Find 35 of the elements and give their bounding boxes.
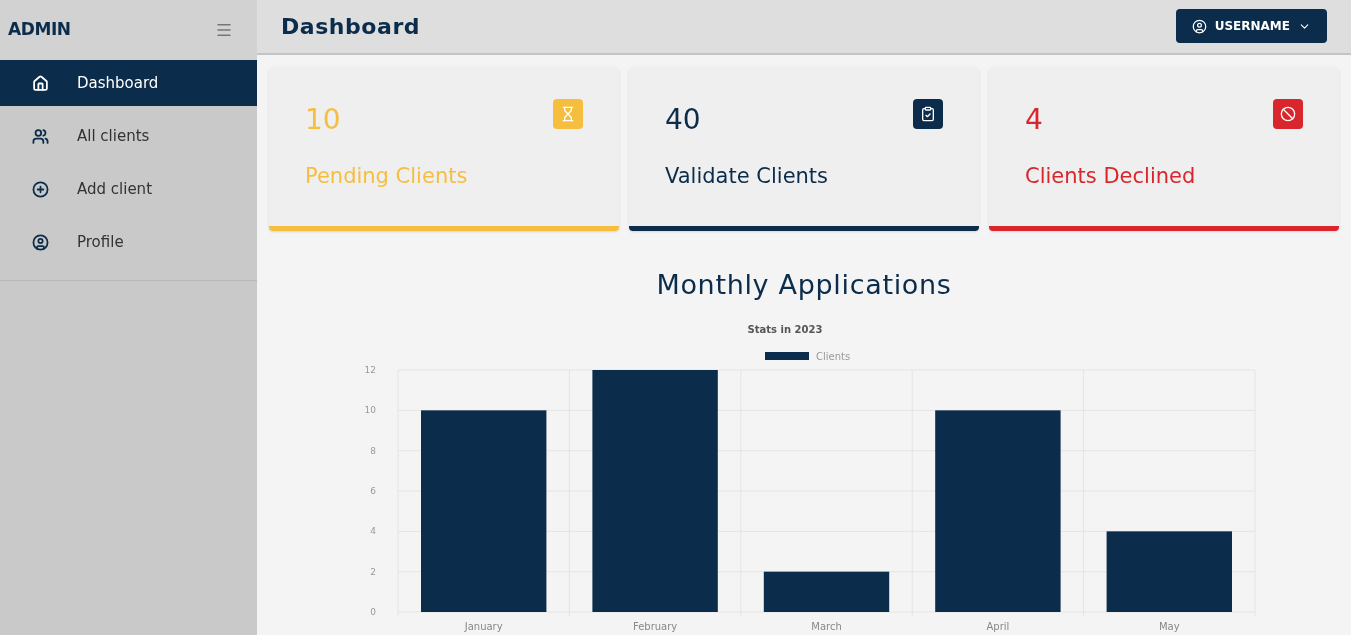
x-tick-label: February <box>632 621 678 632</box>
sidebar-title: ADMIN <box>8 18 71 42</box>
x-tick-label: May <box>1158 621 1180 632</box>
menu-button[interactable] <box>215 21 233 39</box>
y-tick-label: 12 <box>364 365 376 375</box>
y-tick-label: 0 <box>370 607 376 617</box>
user-icon <box>1191 18 1207 34</box>
y-tick-label: 4 <box>370 526 376 537</box>
sidebar-item[interactable]: Dashboard <box>0 60 257 106</box>
x-tick-label: January <box>464 621 503 632</box>
legend-label: Clients <box>816 351 851 362</box>
plus-circle-icon <box>32 180 49 198</box>
page-title: Dashboard <box>281 12 421 41</box>
y-tick-label: 8 <box>370 445 376 456</box>
user-menu-button[interactable]: USERNAME <box>1175 9 1327 44</box>
stat-label: Validate Clients <box>665 162 830 190</box>
y-tick-label: 10 <box>364 405 376 416</box>
x-tick-label: March <box>811 621 842 632</box>
y-tick-label: 6 <box>370 486 376 496</box>
stat-count: 10 <box>305 101 341 138</box>
section-title: Monthly Applications <box>655 267 953 302</box>
home-icon <box>32 74 49 92</box>
sidebar-item[interactable]: All clients <box>0 113 257 159</box>
y-tick-label: 2 <box>370 566 376 577</box>
sidebar-item[interactable]: Profile <box>0 219 257 265</box>
user-icon <box>32 233 49 251</box>
users-icon <box>32 127 49 145</box>
legend-swatch <box>765 352 809 360</box>
stat-count: 40 <box>665 101 701 138</box>
stat-label: Clients Declined <box>1025 162 1197 190</box>
chart-title: Stats in 2023 <box>747 324 823 335</box>
sidebar-item[interactable]: Add client <box>0 166 257 212</box>
x-tick-label: April <box>986 621 1010 632</box>
stat-count: 4 <box>1025 101 1043 138</box>
stat-label: Pending Clients <box>305 162 469 190</box>
